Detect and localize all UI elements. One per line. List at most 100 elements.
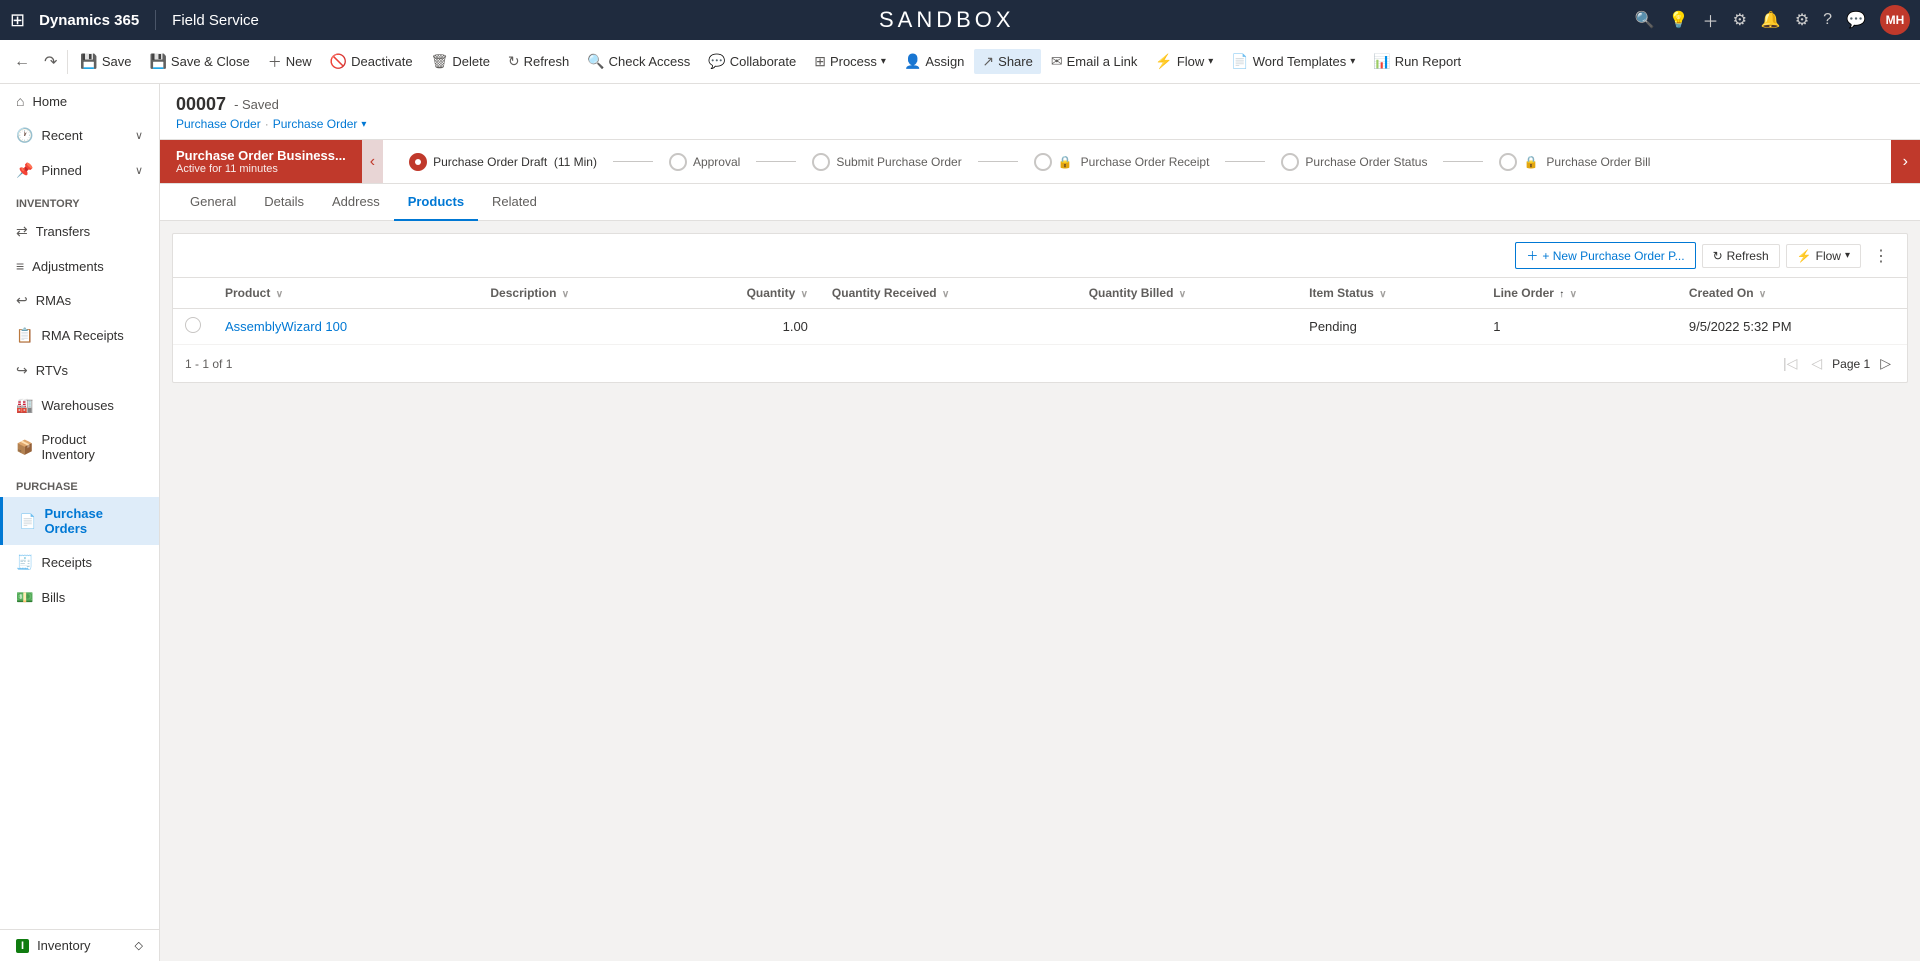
tab-address[interactable]: Address <box>318 184 394 221</box>
stage-step-approval[interactable]: Approval <box>653 145 756 179</box>
sidebar-item-home[interactable]: ⌂ Home <box>0 84 159 118</box>
col-item-status[interactable]: Item Status ∨ <box>1297 278 1481 309</box>
row-select-cell[interactable] <box>173 309 213 345</box>
nav-arrows: ← ↷ <box>8 48 63 76</box>
settings-icon[interactable]: ⚙ <box>1795 10 1809 30</box>
assign-button[interactable]: 👤 Assign <box>896 49 972 74</box>
sidebar-item-adjustments[interactable]: ≡ Adjustments <box>0 249 159 283</box>
row-checkbox[interactable] <box>185 317 201 333</box>
grid-menu-icon[interactable]: ⊞ <box>10 10 25 31</box>
stage-active-name: Purchase Order Business... <box>176 148 346 163</box>
col-product[interactable]: Product ∨ <box>213 278 478 309</box>
run-report-button[interactable]: 📊 Run Report <box>1365 49 1469 74</box>
sandbox-title: SANDBOX <box>269 7 1625 33</box>
refresh-button[interactable]: ↻ Refresh <box>500 49 577 74</box>
sidebar-item-product-inventory[interactable]: 📦 Product Inventory <box>0 423 159 471</box>
record-title-row: 00007 - Saved <box>176 94 1904 115</box>
sidebar-item-rmas[interactable]: ↩ RMAs <box>0 283 159 318</box>
flow-button[interactable]: ⚡ Flow ▾ <box>1147 49 1221 74</box>
email-link-button[interactable]: ✉ Email a Link <box>1043 49 1146 74</box>
product-link[interactable]: AssemblyWizard 100 <box>225 319 347 334</box>
tab-details[interactable]: Details <box>250 184 318 221</box>
col-qty-billed[interactable]: Quantity Billed ∨ <box>1077 278 1297 309</box>
search-icon[interactable]: 🔍 <box>1635 10 1655 30</box>
stage-step-label-draft: Purchase Order Draft (11 Min) <box>433 155 597 169</box>
forward-button[interactable]: ↷ <box>38 48 63 76</box>
sort-line-order-icon: ↑ <box>1559 289 1564 300</box>
sidebar-item-recent[interactable]: 🕐 Recent ∨ <box>0 118 159 153</box>
deactivate-button[interactable]: 🚫 Deactivate <box>322 49 421 74</box>
back-button[interactable]: ← <box>8 49 36 75</box>
sidebar-item-rma-receipts[interactable]: 📋 RMA Receipts <box>0 318 159 353</box>
delete-button[interactable]: 🗑 Delete <box>423 49 498 74</box>
sidebar-item-receipts[interactable]: 🧾 Receipts <box>0 545 159 580</box>
word-templates-button[interactable]: 📄 Word Templates ▾ <box>1223 49 1363 74</box>
stage-step-bill[interactable]: 🔒 Purchase Order Bill <box>1483 145 1666 179</box>
product-inventory-icon: 📦 <box>16 439 33 456</box>
avatar[interactable]: MH <box>1880 5 1910 35</box>
table-footer: 1 - 1 of 1 |◁ ◁ Page 1 ▷ <box>173 345 1907 382</box>
subgrid-flow-chevron-icon: ▾ <box>1845 250 1850 261</box>
stage-step-receipt[interactable]: 🔒 Purchase Order Receipt <box>1018 145 1226 179</box>
purchase-orders-icon: 📄 <box>19 513 36 530</box>
sort-quantity-icon: ∨ <box>801 289 808 300</box>
new-product-icon: ＋ <box>1526 247 1538 264</box>
stage-connector-1 <box>613 161 653 162</box>
first-page-button[interactable]: |◁ <box>1779 353 1801 374</box>
process-button[interactable]: ⊞ Process ▾ <box>806 49 894 74</box>
col-quantity[interactable]: Quantity ∨ <box>665 278 820 309</box>
tab-general[interactable]: General <box>176 184 250 221</box>
col-created-on[interactable]: Created On ∨ <box>1677 278 1907 309</box>
stage-step-status[interactable]: Purchase Order Status <box>1265 145 1443 179</box>
tab-products[interactable]: Products <box>394 184 478 221</box>
breadcrumb: Purchase Order · Purchase Order ▾ <box>176 117 1904 131</box>
breadcrumb-dropdown-icon[interactable]: ▾ <box>361 119 366 130</box>
stage-step-draft[interactable]: Purchase Order Draft (11 Min) <box>393 145 613 179</box>
plus-icon[interactable]: ＋ <box>1703 8 1719 32</box>
sidebar-item-purchase-orders[interactable]: 📄 Purchase Orders <box>0 497 159 545</box>
sidebar-item-warehouses[interactable]: 🏭 Warehouses <box>0 388 159 423</box>
stage-connector-2 <box>756 161 796 162</box>
sidebar-item-pinned[interactable]: 📌 Pinned ∨ <box>0 153 159 188</box>
stage-step-submit[interactable]: Submit Purchase Order <box>796 145 977 179</box>
stage-active-sub: Active for 11 minutes <box>176 163 346 175</box>
new-purchase-order-product-button[interactable]: ＋ + New Purchase Order P... <box>1515 242 1695 269</box>
lightbulb-icon[interactable]: 💡 <box>1669 10 1689 30</box>
col-description[interactable]: Description ∨ <box>478 278 665 309</box>
sidebar-item-rtvs[interactable]: ↪ RTVs <box>0 353 159 388</box>
breadcrumb-link-1[interactable]: Purchase Order <box>176 117 261 131</box>
stage-active-label[interactable]: Purchase Order Business... Active for 11… <box>160 140 362 183</box>
main-layout: ⌂ Home 🕐 Recent ∨ 📌 Pinned ∨ Inventory ⇄… <box>0 84 1920 961</box>
subgrid-flow-button[interactable]: ⚡ Flow ▾ <box>1786 244 1861 268</box>
stage-expand-button[interactable]: › <box>1891 140 1920 183</box>
sidebar-bottom-inventory[interactable]: I Inventory ◇ <box>0 929 159 961</box>
breadcrumb-link-2[interactable]: Purchase Order <box>273 117 358 131</box>
sidebar-item-transfers[interactable]: ⇄ Transfers <box>0 214 159 249</box>
rma-receipts-icon: 📋 <box>16 327 33 344</box>
save-close-button[interactable]: 💾 Save & Close <box>141 49 257 74</box>
top-nav-icons: 🔍 💡 ＋ ⚙ 🔔 ⚙ ? 💬 MH <box>1635 5 1910 35</box>
filter-icon[interactable]: ⚙ <box>1733 10 1747 30</box>
tab-related[interactable]: Related <box>478 184 551 221</box>
bell-icon[interactable]: 🔔 <box>1761 10 1781 30</box>
module-label[interactable]: Field Service <box>172 12 259 29</box>
check-access-button[interactable]: 🔍 Check Access <box>579 49 698 74</box>
help-icon[interactable]: ? <box>1823 11 1832 29</box>
col-line-order[interactable]: Line Order ↑ ∨ <box>1481 278 1677 309</box>
cell-quantity: 1.00 <box>665 309 820 345</box>
collaborate-icon: 💬 <box>708 53 725 70</box>
next-page-button[interactable]: ▷ <box>1876 353 1895 374</box>
brand-label[interactable]: Dynamics 365 <box>39 12 139 29</box>
subgrid-refresh-button[interactable]: ↻ Refresh <box>1702 244 1780 268</box>
chat-icon[interactable]: 💬 <box>1846 10 1866 30</box>
email-icon: ✉ <box>1051 53 1063 70</box>
prev-page-button[interactable]: ◁ <box>1807 353 1826 374</box>
share-button[interactable]: ↗ Share <box>974 49 1040 74</box>
col-qty-received[interactable]: Quantity Received ∨ <box>820 278 1077 309</box>
collaborate-button[interactable]: 💬 Collaborate <box>700 49 804 74</box>
stage-collapse-button[interactable]: ‹ <box>362 140 383 183</box>
new-button[interactable]: ＋ New <box>260 48 320 76</box>
subgrid-more-button[interactable]: ⋮ <box>1867 244 1895 268</box>
sidebar-item-bills[interactable]: 💵 Bills <box>0 580 159 615</box>
save-button[interactable]: 💾 Save <box>72 49 139 74</box>
